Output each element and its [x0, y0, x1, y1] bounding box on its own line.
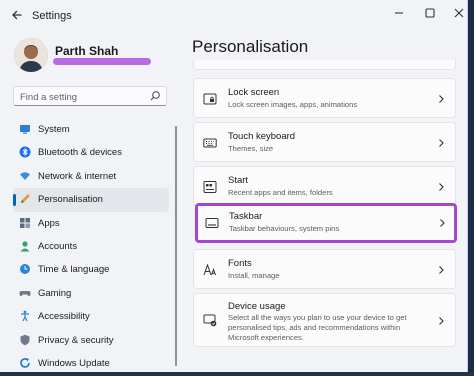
- sidebar-item-label: Privacy & security: [38, 334, 114, 346]
- card-subtitle: Recent apps and items, folders: [228, 188, 333, 197]
- previous-card-edge: [193, 60, 456, 70]
- profile-name: Parth Shah: [55, 44, 119, 58]
- sidebar-item-accessibility[interactable]: Accessibility: [13, 305, 169, 328]
- sidebar-item-personalisation[interactable]: Personalisation: [13, 188, 169, 212]
- card-start[interactable]: Start Recent apps and items, folders: [193, 166, 456, 206]
- sidebar-item-accounts[interactable]: Accounts: [13, 235, 169, 258]
- title-bar: Settings: [0, 0, 467, 32]
- sidebar-item-gaming[interactable]: Gaming: [13, 282, 169, 305]
- sidebar-item-system[interactable]: System: [13, 118, 169, 141]
- sidebar-item-label: Accounts: [38, 240, 78, 252]
- search-input[interactable]: Find a setting: [13, 86, 167, 106]
- pen-icon: [21, 194, 30, 204]
- app-title: Settings: [32, 10, 72, 22]
- card-subtitle: Taskbar behaviours, system pins: [229, 224, 340, 233]
- card-touch-keyboard[interactable]: Touch keyboard Themes, size: [193, 122, 456, 162]
- sidebar-item-bluetooth[interactable]: Bluetooth & devices: [13, 141, 169, 164]
- card-subtitle: Select all the ways you plan to use your…: [228, 313, 407, 342]
- sidebar-item-privacy-security[interactable]: Privacy & security: [13, 329, 169, 352]
- sidebar-item-network[interactable]: Network & internet: [13, 165, 169, 188]
- card-fonts[interactable]: Fonts Install, manage: [193, 249, 456, 289]
- sidebar-item-time-language[interactable]: Time & language: [13, 258, 169, 281]
- globe-clock-icon: [20, 264, 30, 275]
- taskbar-icon: [205, 218, 219, 228]
- close-icon[interactable]: [450, 4, 468, 22]
- card-device-usage[interactable]: Device usage Select all the ways you pla…: [193, 293, 456, 347]
- page-title: Personalisation: [192, 37, 309, 56]
- sidebar-scrollbar[interactable]: [175, 126, 177, 366]
- sidebar-item-label: System: [38, 124, 70, 135]
- card-title: Touch keyboard: [228, 131, 296, 142]
- sidebar-item-label: Network & internet: [38, 170, 117, 182]
- card-title: Device usage: [228, 301, 286, 312]
- start-icon: [203, 181, 217, 193]
- sidebar-nav: System Bluetooth & devices Network & int…: [13, 118, 171, 374]
- chevron-right-icon: [440, 219, 445, 227]
- card-title: Fonts: [228, 258, 252, 269]
- card-subtitle: Themes, size: [228, 144, 274, 153]
- device-usage-icon: [203, 314, 217, 327]
- email-redaction: [53, 58, 151, 65]
- update-icon: [20, 357, 30, 368]
- card-title: Start: [228, 175, 249, 186]
- avatar[interactable]: [14, 38, 48, 72]
- monitor-icon: [20, 125, 30, 134]
- shield-icon: [20, 334, 30, 345]
- sidebar-item-label: Time & language: [38, 264, 110, 276]
- search-placeholder: Find a setting: [20, 92, 78, 103]
- bluetooth-icon: [19, 146, 31, 158]
- card-subtitle: Lock screen images, apps, animations: [228, 100, 358, 109]
- selection-indicator: [13, 194, 16, 207]
- wifi-icon: [20, 172, 30, 180]
- sidebar-item-label: Windows Update: [38, 357, 110, 369]
- sidebar-item-label: Accessibility: [38, 311, 90, 323]
- card-title: Taskbar: [229, 211, 263, 222]
- card-taskbar[interactable]: Taskbar Taskbar behaviours, system pins: [195, 203, 457, 243]
- sidebar-item-label: Apps: [38, 217, 60, 229]
- chevron-right-icon: [439, 266, 444, 274]
- accessibility-icon: [21, 310, 29, 322]
- person-icon: [20, 241, 30, 252]
- chevron-right-icon: [439, 317, 444, 325]
- search-icon: [150, 91, 160, 101]
- apps-icon: [20, 217, 30, 228]
- sidebar-item-label: Personalisation: [38, 194, 103, 206]
- card-title: Lock screen: [228, 87, 280, 98]
- sidebar-item-windows-update[interactable]: Windows Update: [13, 352, 169, 374]
- sidebar-item-label: Bluetooth & devices: [38, 147, 122, 159]
- keyboard-icon: [203, 138, 217, 148]
- lock-screen-icon: [203, 93, 217, 105]
- desktop-taskbar-strip: [0, 372, 474, 376]
- chevron-right-icon: [439, 183, 444, 191]
- gamepad-icon: [19, 290, 31, 296]
- sidebar-item-label: Gaming: [38, 287, 72, 299]
- card-lock-screen[interactable]: Lock screen Lock screen images, apps, an…: [193, 78, 456, 118]
- settings-window: Settings Parth Shah Find a setting Syste…: [0, 0, 468, 374]
- back-arrow-icon[interactable]: [8, 6, 26, 24]
- card-subtitle: Install, manage: [228, 271, 280, 280]
- sidebar-item-apps[interactable]: Apps: [13, 212, 169, 235]
- fonts-icon: [203, 263, 216, 276]
- chevron-right-icon: [439, 95, 444, 103]
- avatar-photo-icon: [14, 38, 48, 72]
- minimize-icon[interactable]: [390, 4, 408, 22]
- chevron-right-icon: [439, 139, 444, 147]
- maximize-icon[interactable]: [421, 4, 439, 22]
